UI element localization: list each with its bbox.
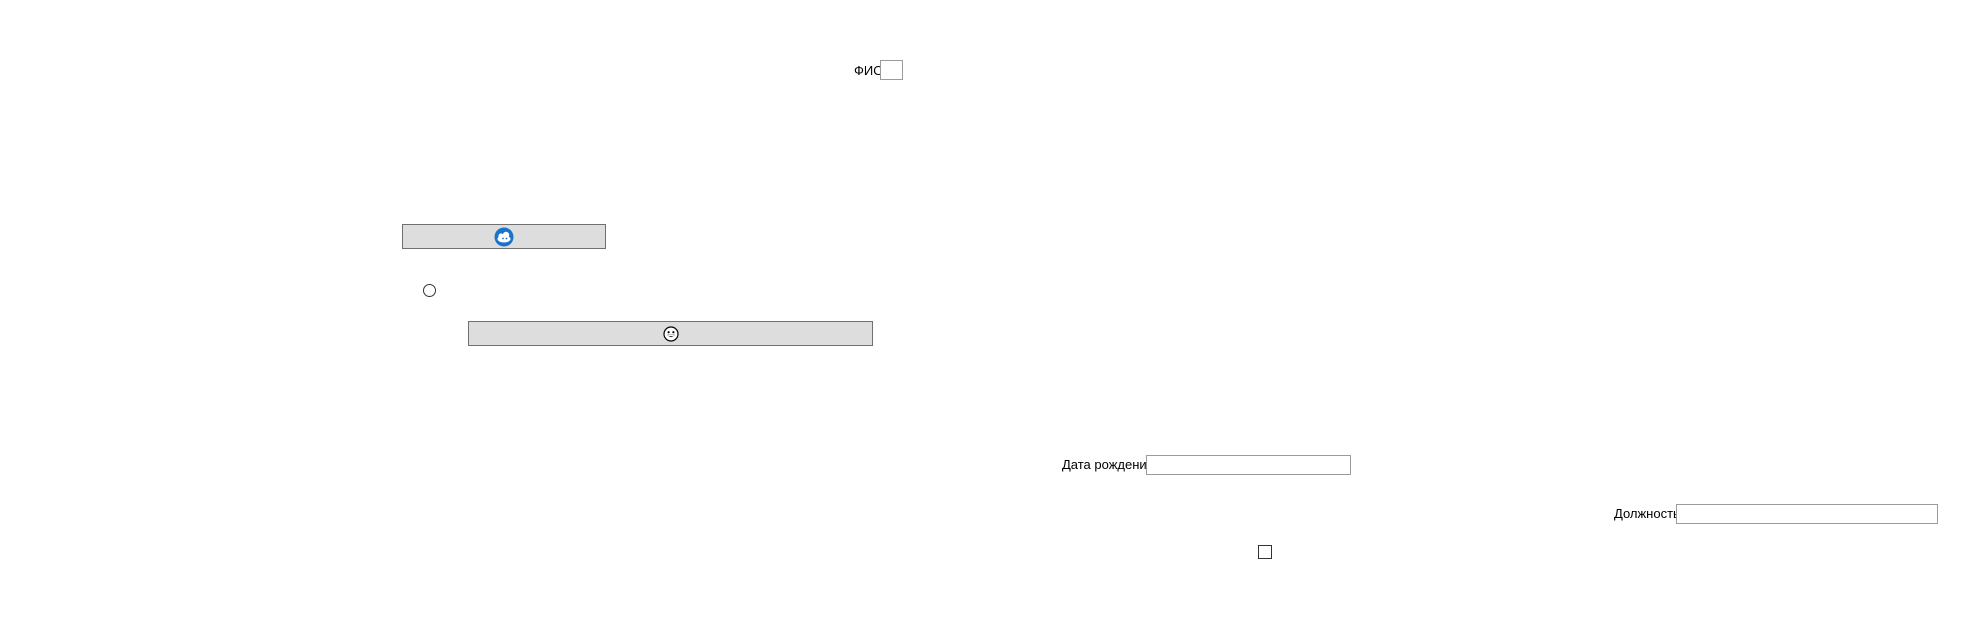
- birthdate-input[interactable]: [1146, 455, 1351, 475]
- fio-label: ФИО: [854, 63, 884, 78]
- radio-button[interactable]: [423, 284, 436, 297]
- smiley-icon: [662, 325, 679, 342]
- position-input[interactable]: [1676, 504, 1938, 524]
- birthdate-label: Дата рождения: [1062, 457, 1154, 472]
- icon-button-secondary[interactable]: [468, 321, 873, 346]
- checkbox[interactable]: [1258, 545, 1272, 559]
- fio-input[interactable]: [880, 60, 903, 80]
- position-label: Должность: [1614, 506, 1680, 521]
- cloud-avatar-icon: [494, 227, 514, 247]
- icon-button-primary[interactable]: [402, 224, 606, 249]
